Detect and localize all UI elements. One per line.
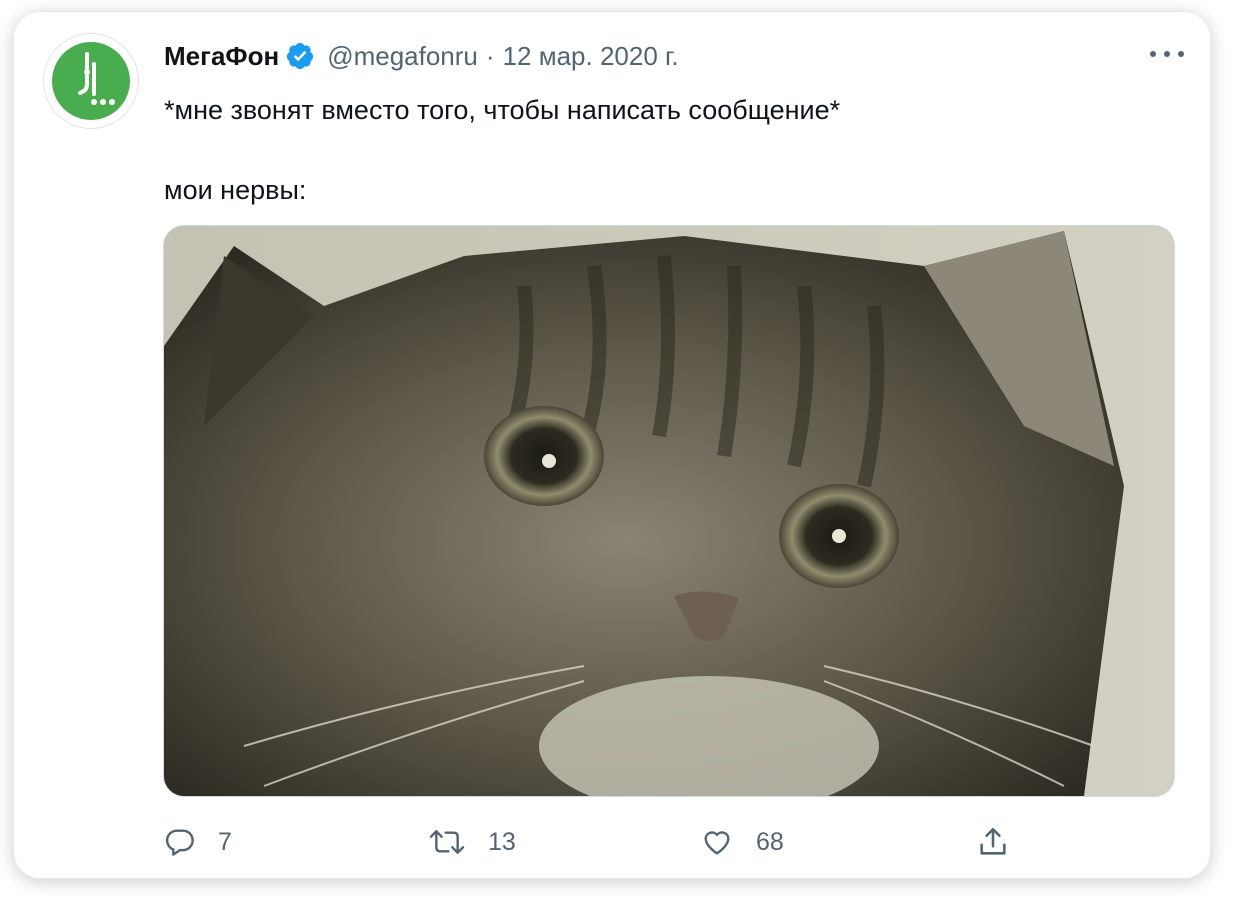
like-count: 68 [756, 827, 784, 856]
verified-badge-icon [285, 41, 315, 71]
tweet-text-line: мои нервы: [164, 175, 307, 205]
share-button[interactable] [976, 820, 1010, 864]
more-options-icon[interactable] [1150, 46, 1184, 62]
separator-dot: · [485, 40, 495, 71]
reply-count: 7 [218, 827, 232, 856]
like-button[interactable]: 68 [700, 820, 784, 864]
tweet-actions: 7 13 68 [164, 820, 1164, 864]
tweet-header: МегаФон @megafonru · 12 мар. 2020 г. [164, 38, 679, 74]
tweet-text-line: *мне звонят вместо того, чтобы написать … [164, 95, 841, 125]
heart-icon [704, 831, 730, 855]
author-name[interactable]: МегаФон [164, 41, 279, 72]
cat-photo-icon [164, 226, 1174, 796]
tweet-card[interactable]: МегаФон @megafonru · 12 мар. 2020 г. *мн… [14, 12, 1210, 878]
tweet-media-image[interactable] [164, 226, 1174, 796]
retweet-button[interactable]: 13 [428, 820, 516, 864]
tweet-text: *мне звонят вместо того, чтобы написать … [164, 90, 1164, 210]
share-icon [980, 827, 1006, 855]
tweet-date[interactable]: 12 мар. 2020 г. [503, 41, 679, 72]
retweet-icon [429, 830, 465, 854]
reply-button[interactable]: 7 [164, 820, 232, 864]
reply-icon [165, 829, 194, 856]
author-handle[interactable]: @megafonru [327, 41, 478, 72]
retweet-count: 13 [488, 827, 516, 856]
avatar[interactable] [44, 34, 138, 128]
megafon-logo-icon [52, 42, 130, 120]
